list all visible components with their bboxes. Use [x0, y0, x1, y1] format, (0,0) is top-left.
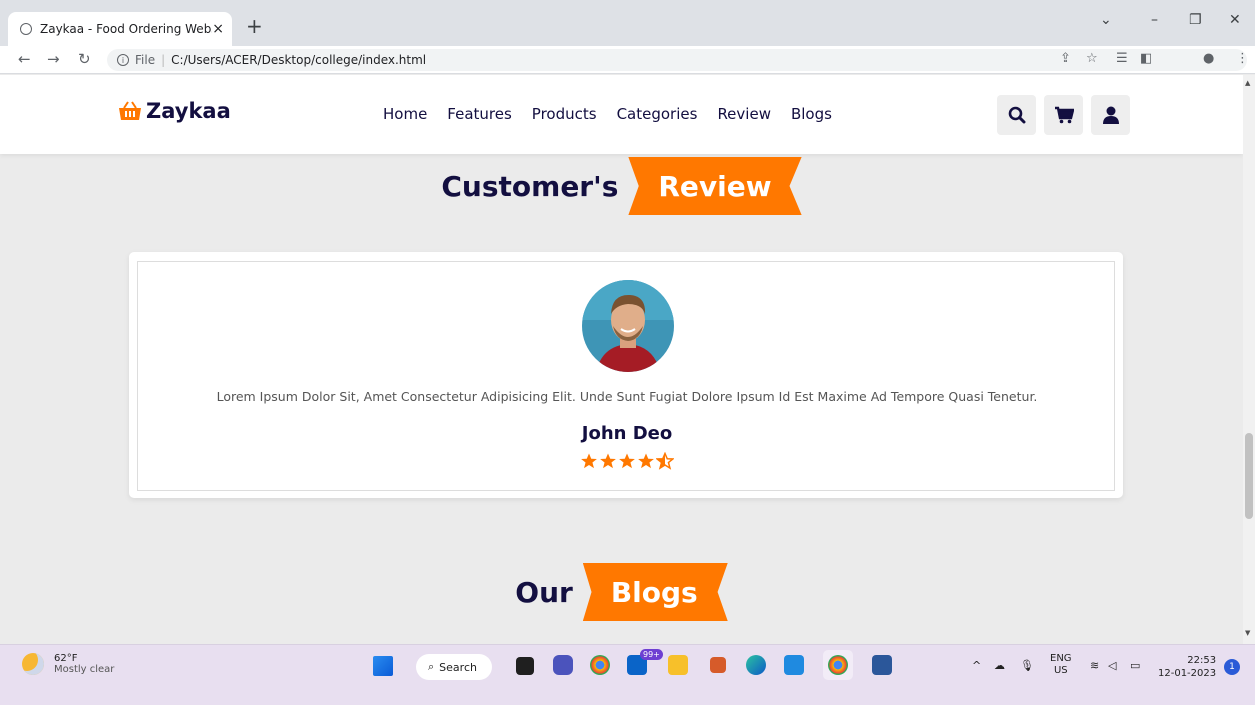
url-text: C:/Users/ACER/Desktop/college/index.html [171, 53, 427, 67]
star-half-icon [656, 452, 674, 470]
avatar [582, 280, 674, 372]
user-button[interactable] [1091, 95, 1130, 135]
star-full-icon [619, 453, 635, 469]
restore-button[interactable]: ❐ [1189, 12, 1202, 28]
url-protocol: File [135, 53, 156, 67]
review-heading-dark: Customer's [441, 169, 619, 203]
reviewer-name: John Deo [581, 423, 673, 444]
nav-review[interactable]: Review [717, 105, 771, 123]
blogs-heading: Our Blogs [0, 563, 1243, 621]
new-tab-button[interactable]: + [246, 16, 263, 36]
cart-button[interactable] [1044, 95, 1083, 135]
star-full-icon [600, 453, 616, 469]
side-panel-icon[interactable]: ◧ [1140, 51, 1152, 66]
url-separator: | [161, 53, 166, 67]
window-close-button[interactable]: ✕ [1229, 12, 1241, 28]
battery-icon[interactable]: ▭ [1130, 659, 1140, 672]
windows-taskbar: 62°F Mostly clear ⌕ Search 99+ ^ ☁ 🎙 ENG… [0, 644, 1255, 705]
vscode-icon[interactable] [784, 655, 804, 675]
bookmark-star-icon[interactable]: ☆ [1086, 51, 1098, 66]
review-text: Lorem Ipsum Dolor Sit, Amet Consectetur … [216, 389, 1038, 404]
mail-badge: 99+ [640, 649, 663, 660]
temperature: 62°F [54, 653, 78, 664]
blogs-heading-highlight: Blogs [582, 563, 728, 621]
file-explorer-icon[interactable] [668, 655, 688, 675]
site-header: Zaykaa Home Features Products Categories… [0, 75, 1243, 154]
tray-overflow-icon[interactable]: ^ [972, 659, 981, 672]
nav-blogs[interactable]: Blogs [791, 105, 832, 123]
chrome-active-icon[interactable] [823, 650, 853, 680]
profile-icon[interactable]: ● [1203, 51, 1214, 66]
nav-home[interactable]: Home [383, 105, 427, 123]
weather-moon-icon [22, 653, 44, 675]
reading-list-icon[interactable]: ☰ [1116, 51, 1128, 66]
tab-search-icon[interactable]: ⌄ [1100, 12, 1112, 28]
search-icon [1008, 106, 1025, 124]
browser-tab[interactable]: Zaykaa - Food Ordering Website × [8, 12, 232, 46]
nav-categories[interactable]: Categories [617, 105, 698, 123]
notification-badge[interactable]: 1 [1224, 659, 1240, 675]
review-card: Lorem Ipsum Dolor Sit, Amet Consectetur … [129, 252, 1123, 498]
menu-kebab-icon[interactable]: ⋮ [1236, 51, 1249, 66]
microphone-icon[interactable]: 🎙 [1020, 659, 1034, 672]
page-scrollbar[interactable]: ▲ ▼ [1243, 75, 1255, 644]
word-icon[interactable] [872, 655, 892, 675]
logo-text: Zaykaa [146, 99, 231, 123]
teams-chat-icon[interactable] [553, 655, 573, 675]
nav-features[interactable]: Features [447, 105, 512, 123]
tab-close-button[interactable]: × [212, 21, 224, 37]
taskbar-search[interactable]: ⌕ Search [416, 654, 492, 680]
main-nav: Home Features Products Categories Review… [383, 105, 852, 123]
scrollbar-thumb[interactable] [1245, 433, 1253, 519]
volume-icon[interactable]: ◁ [1108, 659, 1116, 672]
clock-time: 22:53 [1187, 655, 1217, 666]
office-icon[interactable] [710, 657, 726, 673]
system-clock[interactable]: 22:53 12-01-2023 [1158, 654, 1216, 680]
language-indicator[interactable]: ENG US [1050, 653, 1072, 677]
weather-widget[interactable]: 62°F Mostly clear [22, 653, 114, 675]
chrome-icon[interactable] [590, 655, 610, 675]
search-button[interactable] [997, 95, 1036, 135]
address-bar[interactable]: i File | C:/Users/ACER/Desktop/college/i… [107, 49, 1247, 71]
review-heading: Customer's Review [0, 157, 1243, 215]
search-icon: ⌕ [428, 660, 435, 673]
page-viewport: Zaykaa Home Features Products Categories… [0, 75, 1243, 644]
reload-icon[interactable]: ↻ [78, 50, 91, 68]
shopping-basket-icon [119, 101, 141, 120]
language-top: ENG [1050, 653, 1072, 664]
rating-stars [138, 452, 1116, 470]
blogs-heading-dark: Our [515, 575, 573, 609]
clock-date: 12-01-2023 [1158, 668, 1217, 679]
globe-icon [20, 23, 32, 35]
nav-products[interactable]: Products [532, 105, 597, 123]
review-card-inner: Lorem Ipsum Dolor Sit, Amet Consectetur … [137, 261, 1115, 491]
forward-icon[interactable]: → [47, 50, 60, 68]
review-heading-highlight: Review [628, 157, 802, 215]
taskbar-search-label: Search [439, 660, 477, 674]
edge-icon[interactable] [746, 655, 766, 675]
onedrive-icon[interactable]: ☁ [994, 659, 1005, 672]
weather-condition: Mostly clear [54, 664, 115, 675]
cart-icon [1054, 106, 1074, 124]
language-bottom: US [1053, 665, 1068, 676]
windows-start-icon[interactable] [373, 656, 393, 676]
browser-tab-strip: Zaykaa - Food Ordering Website × + ⌄ – ❐… [0, 0, 1255, 46]
info-icon[interactable]: i [117, 54, 129, 66]
wifi-icon[interactable]: ≋ [1090, 659, 1099, 672]
scroll-down-icon[interactable]: ▼ [1245, 629, 1250, 637]
scroll-up-icon[interactable]: ▲ [1245, 79, 1250, 87]
share-icon[interactable]: ⇪ [1060, 51, 1071, 66]
task-view-icon[interactable] [516, 657, 534, 675]
browser-toolbar: ← → ↻ i File | C:/Users/ACER/Desktop/col… [0, 46, 1255, 74]
back-icon[interactable]: ← [18, 50, 31, 68]
minimize-button[interactable]: – [1151, 12, 1158, 28]
tab-title: Zaykaa - Food Ordering Website [40, 22, 212, 36]
user-icon [1102, 106, 1119, 124]
star-full-icon [638, 453, 654, 469]
star-full-icon [581, 453, 597, 469]
site-logo[interactable]: Zaykaa [118, 99, 231, 123]
